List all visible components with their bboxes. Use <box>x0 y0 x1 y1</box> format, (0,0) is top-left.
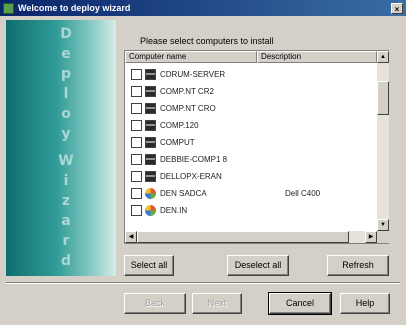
computer-icon <box>145 171 156 182</box>
scroll-corner <box>377 231 389 243</box>
app-icon <box>3 2 14 14</box>
banner-letter: y <box>61 126 71 142</box>
globe-icon <box>145 188 156 199</box>
computer-icon <box>145 137 156 148</box>
computer-checkbox[interactable] <box>131 69 142 80</box>
footer-separator <box>6 282 400 284</box>
list-item[interactable]: DELLOPX-ERAN <box>125 169 377 184</box>
wizard-banner: DeployWizard <box>6 20 116 276</box>
computer-name: DELLOPX-ERAN <box>160 172 222 181</box>
computer-name: CDRUM-SERVER <box>160 70 226 79</box>
computer-checkbox[interactable] <box>131 205 142 216</box>
banner-letter: o <box>61 106 71 122</box>
list-item[interactable]: DEN SADCA Dell C400 <box>125 186 377 201</box>
globe-icon <box>145 205 156 216</box>
computer-icon <box>145 103 156 114</box>
computer-name: DEN SADCA <box>160 189 207 198</box>
banner-letter: e <box>61 46 71 62</box>
computer-checkbox[interactable] <box>131 120 142 131</box>
banner-letter: l <box>63 86 69 102</box>
column-header-description[interactable]: Description <box>257 51 377 63</box>
computer-icon <box>145 154 156 165</box>
title-bar: Welcome to deploy wizard × <box>0 0 406 16</box>
horizontal-scrollbar[interactable]: ◀ ▶ <box>125 231 377 243</box>
computer-list[interactable]: Computer name Description CDRUM-SERVER CO… <box>124 50 389 244</box>
banner-letter: W <box>58 153 74 169</box>
scroll-down-icon[interactable]: ▼ <box>377 219 389 231</box>
vertical-scrollbar[interactable]: ▲ ▼ <box>377 51 389 231</box>
list-item[interactable]: COMP.NT CR2 <box>125 84 377 99</box>
list-item[interactable]: COMP.NT CRO <box>125 101 377 116</box>
back-button[interactable]: Back <box>124 293 186 314</box>
computer-name: COMP.120 <box>160 121 199 130</box>
computer-checkbox[interactable] <box>131 137 142 148</box>
scroll-up-icon[interactable]: ▲ <box>377 51 389 63</box>
banner-letter: a <box>61 213 71 229</box>
scroll-right-icon[interactable]: ▶ <box>365 231 377 243</box>
horizontal-scroll-thumb[interactable] <box>137 231 349 243</box>
deselect-all-button[interactable]: Deselect all <box>227 255 289 276</box>
list-header: Computer name Description <box>125 51 377 63</box>
cancel-button[interactable]: Cancel <box>268 292 332 315</box>
next-button[interactable]: Next <box>192 293 242 314</box>
computer-checkbox[interactable] <box>131 154 142 165</box>
banner-letter: i <box>63 173 69 189</box>
banner-letter: D <box>60 26 72 42</box>
list-item[interactable]: DEN.IN <box>125 203 377 218</box>
computer-checkbox[interactable] <box>131 103 142 114</box>
vertical-scroll-thumb[interactable] <box>377 81 389 115</box>
banner-letter: p <box>60 66 72 82</box>
computer-icon <box>145 86 156 97</box>
select-all-button[interactable]: Select all <box>124 255 174 276</box>
scroll-left-icon[interactable]: ◀ <box>125 231 137 243</box>
computer-name: DEN.IN <box>160 206 188 215</box>
computer-rows: CDRUM-SERVER COMP.NT CR2 COMP.NT CRO COMP.1… <box>125 63 377 231</box>
list-item[interactable]: COMP.120 <box>125 118 377 133</box>
close-icon[interactable]: × <box>391 2 403 14</box>
list-item[interactable]: COMPUT <box>125 135 377 150</box>
column-header-computer-name[interactable]: Computer name <box>125 51 257 63</box>
instruction-text: Please select computers to install <box>140 36 274 46</box>
banner-letter: d <box>60 253 72 269</box>
list-item[interactable]: CDRUM-SERVER <box>125 67 377 82</box>
computer-name: COMP.NT CRO <box>160 104 216 113</box>
help-button[interactable]: Help <box>340 293 390 314</box>
computer-description: Dell C400 <box>285 189 321 198</box>
computer-checkbox[interactable] <box>131 86 142 97</box>
refresh-button[interactable]: Refresh <box>327 255 389 276</box>
banner-letter: z <box>61 193 71 209</box>
computer-icon <box>145 69 156 80</box>
computer-name: COMP.NT CR2 <box>160 87 214 96</box>
list-item[interactable]: DEBBIE-COMP1 8 <box>125 152 377 167</box>
computer-name: DEBBIE-COMP1 8 <box>160 155 228 164</box>
computer-name: COMPUT <box>160 138 195 147</box>
computer-checkbox[interactable] <box>131 188 142 199</box>
computer-icon <box>145 120 156 131</box>
computer-checkbox[interactable] <box>131 171 142 182</box>
banner-letter: r <box>62 233 70 249</box>
window-title: Welcome to deploy wizard <box>18 3 131 13</box>
